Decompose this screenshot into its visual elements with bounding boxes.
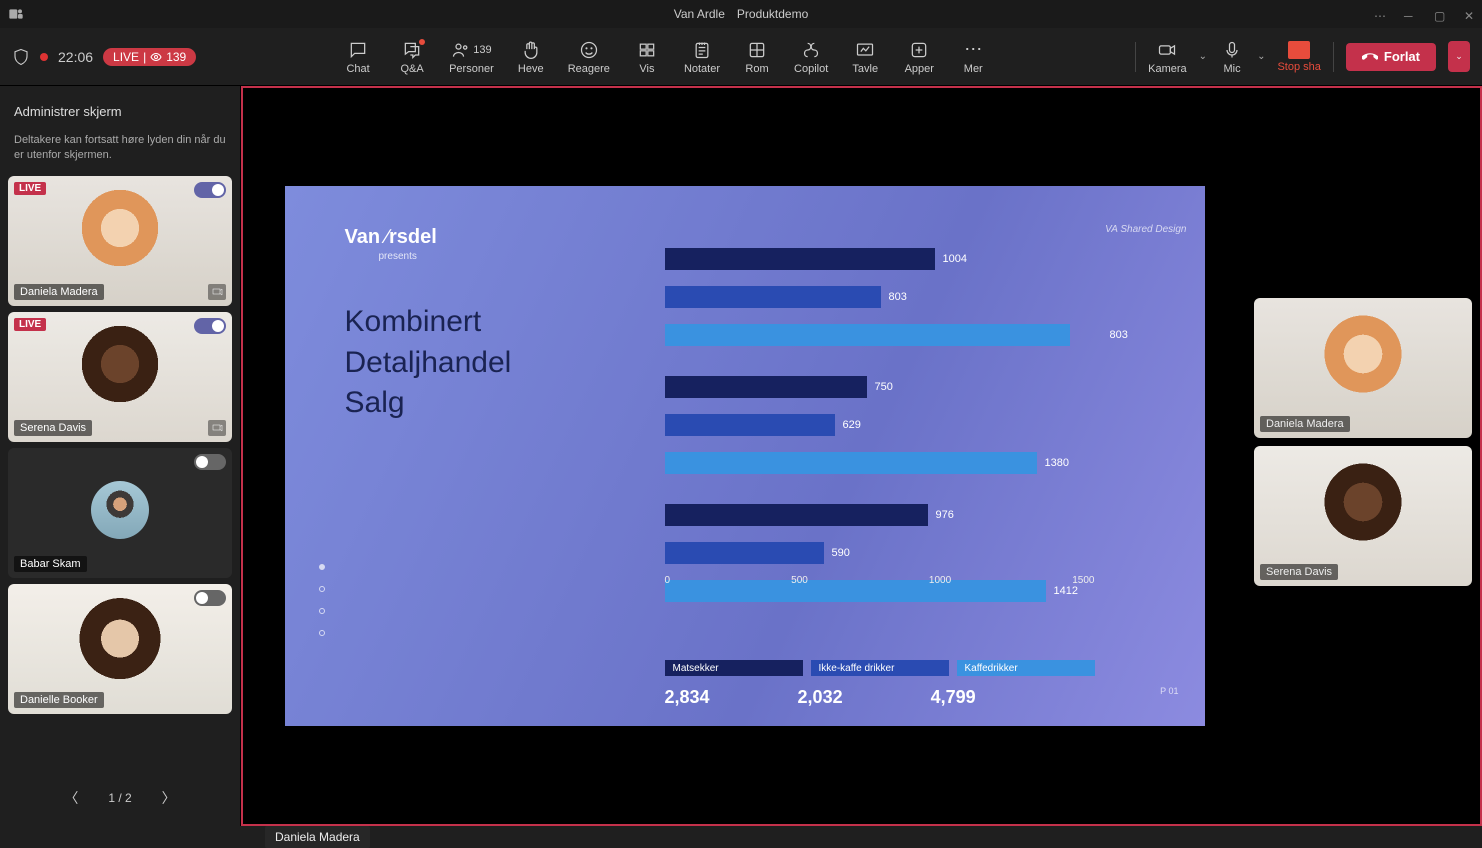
chart-totals: 2,834 2,032 4,799 xyxy=(665,687,976,708)
spotlight-toggle[interactable] xyxy=(194,318,226,334)
spotlight-toggle[interactable] xyxy=(194,590,226,606)
chevron-down-icon[interactable]: ⌄ xyxy=(1257,51,1265,62)
participant-name: Serena Davis xyxy=(1260,564,1338,580)
people-button[interactable]: 139Personer xyxy=(449,39,494,75)
notes-icon xyxy=(692,39,712,61)
slide: Van ∕rsdel presents Kombinert Detaljhand… xyxy=(285,186,1205,726)
minimize-icon[interactable]: ─ xyxy=(1404,9,1414,19)
rooms-icon xyxy=(747,39,767,61)
sidebar-info: Deltakere kan fortsatt høre lyden din nå… xyxy=(8,133,232,176)
slide-page-number: P 01 xyxy=(1160,686,1178,696)
more-icon[interactable]: ⋯ xyxy=(1374,9,1384,19)
close-icon[interactable]: ✕ xyxy=(1464,9,1474,19)
chart-legend: Matsekker Ikke-kaffe drikker Kaffedrikke… xyxy=(665,660,1095,676)
page-indicator: 1 / 2 xyxy=(108,791,131,805)
sidebar-title: Administrer skjerm xyxy=(8,94,232,133)
meeting-toolbar: 22:06 LIVE | 139 Chat Q&A 139Personer He… xyxy=(0,28,1482,86)
view-button[interactable]: Vis xyxy=(630,39,664,75)
participant-thumbnail[interactable]: Serena Davis xyxy=(1254,446,1472,586)
plus-icon xyxy=(909,39,929,61)
slide-nav-dots xyxy=(319,564,325,636)
mic-button[interactable]: Mic xyxy=(1219,39,1245,75)
apps-button[interactable]: Apper xyxy=(902,39,936,75)
bar-chart: 1004 803 803 750 629 1380 976 590 1412 0… xyxy=(665,246,1165,586)
stop-share-button[interactable]: ✕Stop sha xyxy=(1277,41,1320,73)
org-name: Van Ardle xyxy=(674,7,725,21)
leave-button[interactable]: Forlat xyxy=(1346,43,1436,71)
copilot-button[interactable]: Copilot xyxy=(794,39,828,75)
react-button[interactable]: Reagere xyxy=(568,39,610,75)
raise-hand-button[interactable]: Heve xyxy=(514,39,548,75)
whiteboard-icon xyxy=(855,39,875,61)
people-icon: 139 xyxy=(451,39,491,61)
participant-thumbnail[interactable]: Daniela Madera xyxy=(1254,298,1472,438)
notes-button[interactable]: Notater xyxy=(684,39,720,75)
meeting-timer: 22:06 xyxy=(58,49,93,65)
share-icon[interactable] xyxy=(208,284,226,300)
chat-icon xyxy=(348,39,368,61)
share-icon[interactable] xyxy=(208,420,226,436)
participant-thumbnail[interactable]: LIVE Daniela Madera xyxy=(8,176,232,306)
live-badge[interactable]: LIVE | 139 xyxy=(103,48,196,66)
camera-icon xyxy=(1157,39,1177,61)
whiteboard-button[interactable]: Tavle xyxy=(848,39,882,75)
spotlight-toggle[interactable] xyxy=(194,182,226,198)
camera-button[interactable]: Kamera xyxy=(1148,39,1187,75)
presentation-stage: Van ∕rsdel presents Kombinert Detaljhand… xyxy=(243,88,1246,824)
main-area: Administrer skjerm Deltakere kan fortsat… xyxy=(0,86,1482,826)
hand-icon xyxy=(521,39,541,61)
smile-icon xyxy=(579,39,599,61)
more-button[interactable]: ⋯Mer xyxy=(956,39,990,75)
leave-dropdown[interactable]: ⌄ xyxy=(1448,41,1470,72)
meeting-name: Produktdemo xyxy=(737,7,808,21)
copilot-icon xyxy=(801,39,821,61)
shared-screen-outline: Van ∕rsdel presents Kombinert Detaljhand… xyxy=(241,86,1482,826)
shield-icon[interactable] xyxy=(12,48,30,66)
next-page-button[interactable]: 〉 xyxy=(162,788,176,808)
participant-name: Danielle Booker xyxy=(14,692,104,708)
window-titlebar: Van Ardle Produktdemo ⋯ ─ ▢ ✕ xyxy=(0,0,1482,28)
more-horizontal-icon: ⋯ xyxy=(964,39,982,61)
mic-icon xyxy=(1222,39,1242,61)
manage-screen-sidebar: Administrer skjerm Deltakere kan fortsat… xyxy=(0,86,241,826)
window-controls: ⋯ ─ ▢ ✕ xyxy=(1374,9,1474,19)
record-indicator-icon xyxy=(40,53,48,61)
participant-thumbnail[interactable]: LIVE Serena Davis xyxy=(8,312,232,442)
live-tag: LIVE xyxy=(14,318,46,331)
participant-name: Babar Skam xyxy=(14,556,87,572)
participant-name: Serena Davis xyxy=(14,420,92,436)
participant-name: Daniela Madera xyxy=(1260,416,1350,432)
chevron-down-icon[interactable]: ⌄ xyxy=(1199,51,1207,62)
presenter-label: Daniela Madera xyxy=(265,826,370,848)
chat-button[interactable]: Chat xyxy=(341,39,375,75)
thumbnail-pager: 〈 1 / 2 〉 xyxy=(8,778,232,818)
rooms-button[interactable]: Rom xyxy=(740,39,774,75)
qa-button[interactable]: Q&A xyxy=(395,39,429,75)
participant-name: Daniela Madera xyxy=(14,284,104,300)
x-axis: 050010001500 xyxy=(665,575,1095,586)
stop-share-icon: ✕ xyxy=(1288,41,1310,59)
slide-watermark: VA Shared Design xyxy=(1105,224,1186,235)
right-participant-strip: Daniela Madera Serena Davis xyxy=(1246,288,1480,824)
spotlight-toggle[interactable] xyxy=(194,454,226,470)
live-tag: LIVE xyxy=(14,182,46,195)
grid-icon xyxy=(637,39,657,61)
prev-page-button[interactable]: 〈 xyxy=(64,788,78,808)
app-icon xyxy=(8,6,24,22)
maximize-icon[interactable]: ▢ xyxy=(1434,9,1444,19)
avatar xyxy=(91,481,149,539)
participant-thumbnail[interactable]: Babar Skam xyxy=(8,448,232,578)
participant-thumbnail[interactable]: Danielle Booker xyxy=(8,584,232,714)
